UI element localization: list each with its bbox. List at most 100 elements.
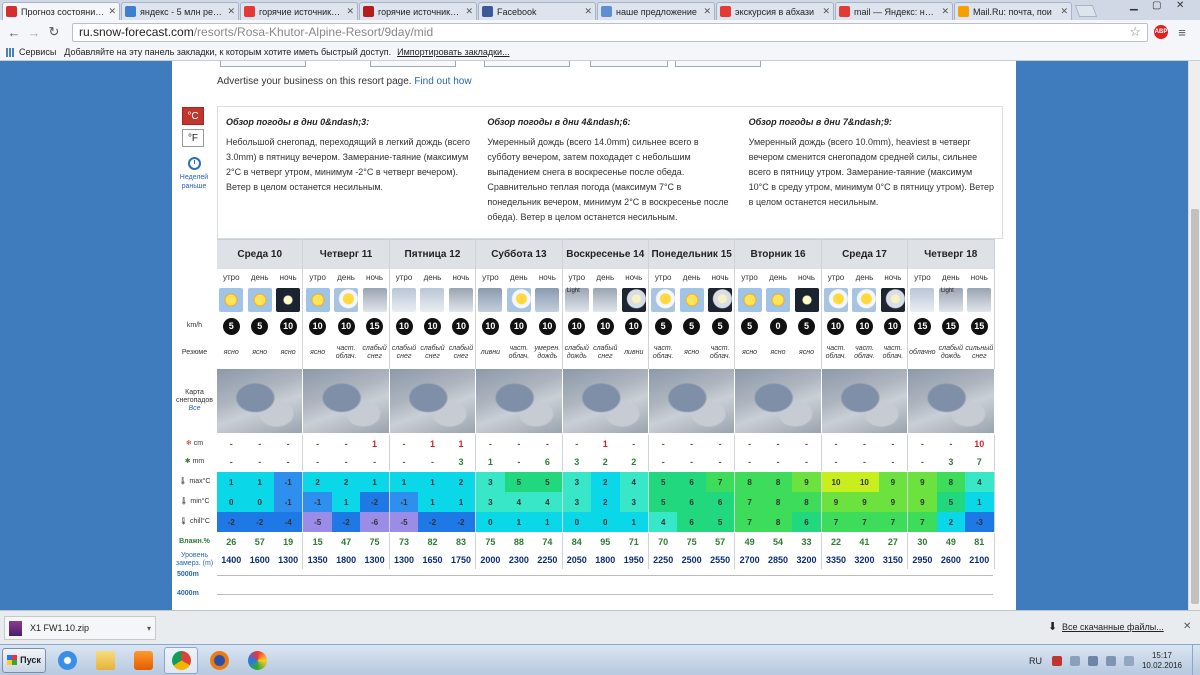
browser-tab[interactable]: горячие источники р ✕ — [359, 2, 477, 20]
clock-icon[interactable] — [187, 157, 201, 170]
import-bookmarks-link[interactable]: Импортировать закладки... — [397, 47, 509, 57]
wind-cell: 0 — [764, 315, 792, 337]
tab-close-icon[interactable]: ✕ — [703, 6, 711, 17]
back-icon[interactable]: ← — [6, 25, 22, 40]
chill-label-text: chill°C — [189, 518, 210, 525]
snow-map-thumbnail[interactable] — [476, 369, 563, 433]
firefox-taskbar-icon[interactable] — [202, 647, 236, 674]
freezing-row: Уровень замерз. (m) 1400 1600 1300 1350 1800… — [172, 551, 1016, 569]
network-tray-icon[interactable] — [1087, 655, 1098, 666]
snow-map-thumbnail[interactable] — [648, 369, 736, 433]
tab-title: Facebook — [497, 6, 537, 17]
snow-map-thumbnail[interactable] — [821, 369, 909, 433]
freezing-level-group: 3350 3200 3150 — [822, 551, 909, 569]
snow-map-thumbnail[interactable] — [908, 369, 995, 433]
ie-taskbar-icon[interactable] — [50, 647, 84, 674]
bookmarks-hint: Добавляйте на эту панель закладки, к кот… — [64, 47, 392, 57]
tab-close-icon[interactable]: ✕ — [584, 6, 592, 17]
adblock-icon[interactable]: ABP — [1154, 25, 1168, 39]
flag-tray-icon[interactable] — [1069, 655, 1080, 666]
forward-icon[interactable]: → — [26, 25, 42, 40]
snow-map-thumbnail[interactable] — [217, 369, 304, 433]
volume-tray-icon[interactable] — [1105, 655, 1116, 666]
tab-close-icon[interactable]: ✕ — [822, 6, 830, 17]
apps-link[interactable]: Сервисы — [19, 47, 56, 57]
snow-amount-cell: - — [344, 439, 348, 449]
previous-week-link[interactable]: Неделей раньше — [174, 173, 214, 191]
top-button[interactable] — [370, 61, 456, 67]
snow-amount-cell: - — [488, 439, 492, 449]
wind-group: 5 5 10 — [217, 315, 304, 337]
paint-taskbar-icon[interactable] — [240, 647, 274, 674]
close-icon[interactable]: ✕ — [1183, 621, 1191, 632]
top-button[interactable] — [675, 61, 761, 67]
browser-tab[interactable]: Mail.Ru: почта, пои ✕ — [954, 2, 1072, 20]
tchill-temp-cell: 0 — [476, 512, 505, 532]
reload-icon[interactable]: ↻ — [46, 24, 62, 40]
celsius-button[interactable]: °C — [182, 107, 204, 125]
start-button[interactable]: Пуск — [2, 647, 46, 673]
maximize-icon[interactable]: ▢ — [1152, 0, 1161, 11]
chevron-down-icon[interactable]: ▾ — [147, 624, 151, 633]
scrollbar-thumb[interactable] — [1191, 209, 1199, 604]
advertise-link[interactable]: Find out how — [414, 76, 471, 87]
tchill-temp-cell: -2 — [245, 512, 274, 532]
freezing-level-cell: 2700 — [739, 555, 760, 565]
tab-favicon-icon — [6, 6, 17, 17]
download-item[interactable]: X1 FW1.10.zip ▾ — [4, 616, 156, 640]
bookmark-star-icon[interactable]: ☆ — [1129, 24, 1141, 40]
power-tray-icon[interactable] — [1123, 655, 1134, 666]
icon-cell — [476, 285, 504, 315]
snow-map-thumbnail[interactable] — [562, 369, 649, 433]
weather-summary-cell: слабый снег — [448, 345, 474, 360]
tmax-temp-cell: 1 — [360, 472, 389, 492]
fahrenheit-button[interactable]: °F — [182, 129, 204, 147]
icon-cell — [360, 285, 388, 315]
system-clock[interactable]: 15:17 10.02.2016 — [1142, 651, 1182, 671]
tab-close-icon[interactable]: ✕ — [941, 6, 949, 17]
weather-summary-cell: сильный снег — [965, 345, 994, 360]
close-window-icon[interactable]: ✕ — [1176, 0, 1184, 11]
tab-close-icon[interactable]: ✕ — [1060, 6, 1068, 17]
language-indicator[interactable]: RU — [1029, 656, 1042, 666]
browser-tab[interactable]: mail — Яндекс: нашл ✕ — [835, 2, 953, 20]
tab-close-icon[interactable]: ✕ — [465, 6, 473, 17]
page-scrollbar[interactable] — [1188, 61, 1200, 610]
browser-tab[interactable]: Прогноз состояния с ✕ — [2, 2, 120, 20]
snow-weather-icon — [362, 288, 387, 312]
snow-map-thumbnail[interactable] — [389, 369, 477, 433]
browser-tab[interactable]: яндекс - 5 млн резул ✕ — [121, 2, 239, 20]
all-downloads-link[interactable]: Все скачанные файлы... — [1062, 622, 1164, 632]
icon-group: Light — [563, 285, 649, 315]
weather-summary-group: слабый снег слабый снег слабый снег — [390, 337, 477, 369]
browser-tab[interactable]: экскурсия в абхази ✕ — [716, 2, 834, 20]
new-tab-button[interactable] — [1074, 5, 1098, 17]
menu-icon[interactable]: ≡ — [1174, 25, 1190, 40]
top-button[interactable] — [220, 61, 306, 67]
map-all-link[interactable]: Все — [188, 405, 200, 413]
chrome-taskbar-icon[interactable] — [164, 646, 198, 674]
humidity-label: Влажн.% — [179, 538, 210, 545]
day-header: Четверг 18 — [908, 239, 995, 269]
tab-close-icon[interactable]: ✕ — [346, 6, 354, 17]
snow-map-thumbnail[interactable] — [303, 369, 390, 433]
snow-map-thumbnail[interactable] — [735, 369, 822, 433]
tab-close-icon[interactable]: ✕ — [108, 6, 116, 17]
browser-tab[interactable]: Facebook ✕ — [478, 2, 596, 20]
minimize-icon[interactable]: ▁ — [1130, 0, 1138, 11]
browser-tab[interactable]: горячие источники р ✕ — [240, 2, 358, 20]
rain-amount-cell: - — [229, 457, 233, 467]
media-taskbar-icon[interactable] — [126, 647, 160, 674]
snow-amount-cell: - — [718, 439, 722, 449]
browser-tab[interactable]: наше предложение ✕ — [597, 2, 715, 20]
top-button[interactable] — [590, 61, 668, 67]
abp-tray-icon[interactable] — [1051, 655, 1062, 666]
url-input[interactable]: ru.snow-forecast.com /resorts/Rosa-Khuto… — [72, 22, 1148, 42]
tab-close-icon[interactable]: ✕ — [227, 6, 235, 17]
explorer-taskbar-icon[interactable] — [88, 647, 122, 674]
rain-amount-cell: 3 — [574, 457, 580, 467]
top-button[interactable] — [484, 61, 570, 67]
freezing-level-cell: 2250 — [537, 555, 558, 565]
url-host: ru.snow-forecast.com — [79, 25, 194, 39]
show-desktop-button[interactable] — [1192, 645, 1200, 675]
